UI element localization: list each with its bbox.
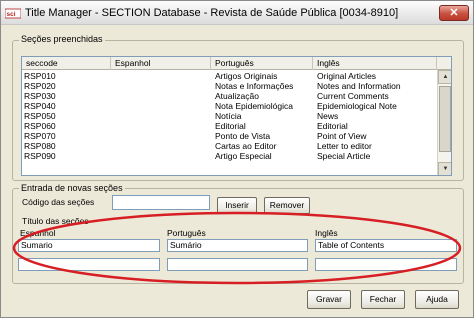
cell-portugues: Notícia bbox=[215, 111, 242, 121]
table-row[interactable]: RSP050 Notícia News bbox=[22, 111, 436, 121]
cell-seccode: RSP010 bbox=[24, 71, 56, 81]
cell-espanhol bbox=[113, 111, 209, 121]
column-header-seccode[interactable]: seccode bbox=[22, 57, 111, 70]
cell-espanhol bbox=[113, 101, 209, 111]
table-row[interactable]: RSP090 Artigo Especial Special Article bbox=[22, 151, 436, 161]
scroll-thumb[interactable] bbox=[439, 86, 451, 152]
cell-ingles: Epidemiological Note bbox=[317, 101, 397, 111]
app-logo-icon: sci bbox=[5, 8, 21, 19]
cell-ingles: Special Article bbox=[317, 151, 371, 161]
cell-espanhol bbox=[113, 121, 209, 131]
cell-seccode: RSP040 bbox=[24, 101, 56, 111]
cell-ingles: News bbox=[317, 111, 339, 121]
window-title: Title Manager - SECTION Database - Revis… bbox=[25, 7, 399, 19]
cell-ingles: Original Articles bbox=[317, 71, 377, 81]
cell-espanhol bbox=[113, 141, 209, 151]
column-header-espanhol[interactable]: Espanhol bbox=[111, 57, 211, 70]
svg-text:sci: sci bbox=[7, 11, 16, 18]
listview-vertical-scrollbar[interactable]: ▲ ▼ bbox=[437, 70, 451, 175]
table-row[interactable]: RSP010 Artigos Originais Original Articl… bbox=[22, 71, 436, 81]
cell-seccode: RSP050 bbox=[24, 111, 56, 121]
cell-portugues: Nota Epidemiológica bbox=[215, 101, 293, 111]
cell-espanhol bbox=[113, 81, 209, 91]
new-sections-label: Entrada de novas seções bbox=[19, 183, 125, 193]
cell-portugues: Ponto de Vista bbox=[215, 131, 271, 141]
cell-portugues: Artigos Originais bbox=[215, 71, 278, 81]
cell-espanhol bbox=[113, 91, 209, 101]
help-button[interactable]: Ajuda bbox=[415, 290, 459, 309]
table-row[interactable]: RSP060 Editorial Editorial bbox=[22, 121, 436, 131]
save-button[interactable]: Gravar bbox=[307, 290, 351, 309]
cell-portugues: Cartas ao Editor bbox=[215, 141, 277, 151]
scroll-down-icon[interactable]: ▼ bbox=[438, 162, 451, 175]
section-code-label: Código das seções bbox=[22, 197, 95, 207]
table-row[interactable]: RSP080 Cartas ao Editor Letter to editor bbox=[22, 141, 436, 151]
cell-portugues: Artigo Especial bbox=[215, 151, 272, 161]
close-window-button[interactable]: ✕ bbox=[439, 5, 469, 21]
cell-seccode: RSP090 bbox=[24, 151, 56, 161]
cell-ingles: Point of View bbox=[317, 131, 367, 141]
cell-ingles: Editorial bbox=[317, 121, 348, 131]
cell-espanhol bbox=[113, 131, 209, 141]
listview-header: seccode Espanhol Português Inglês bbox=[22, 57, 451, 70]
cell-espanhol bbox=[113, 71, 209, 81]
cell-portugues: Editorial bbox=[215, 121, 246, 131]
cell-portugues: Notas e Informações bbox=[215, 81, 294, 91]
cell-ingles: Letter to editor bbox=[317, 141, 372, 151]
column-header-portugues[interactable]: Português bbox=[211, 57, 313, 70]
cell-seccode: RSP030 bbox=[24, 91, 56, 101]
title-manager-window: sci Title Manager - SECTION Database - R… bbox=[0, 0, 474, 318]
filled-sections-label: Seções preenchidas bbox=[19, 34, 105, 44]
title-bar[interactable]: sci Title Manager - SECTION Database - R… bbox=[1, 1, 473, 25]
cell-seccode: RSP060 bbox=[24, 121, 56, 131]
cell-espanhol bbox=[113, 151, 209, 161]
column-header-ingles[interactable]: Inglês bbox=[313, 57, 437, 70]
cell-ingles: Notes and Information bbox=[317, 81, 401, 91]
table-row[interactable]: RSP030 Atualização Current Comments bbox=[22, 91, 436, 101]
annotation-ellipse bbox=[12, 211, 462, 285]
cell-ingles: Current Comments bbox=[317, 91, 389, 101]
table-row[interactable]: RSP020 Notas e Informações Notes and Inf… bbox=[22, 81, 436, 91]
scroll-up-icon[interactable]: ▲ bbox=[438, 70, 451, 84]
cell-portugues: Atualização bbox=[215, 91, 259, 101]
cell-seccode: RSP070 bbox=[24, 131, 56, 141]
table-row[interactable]: RSP070 Ponto de Vista Point of View bbox=[22, 131, 436, 141]
cell-seccode: RSP020 bbox=[24, 81, 56, 91]
section-code-input[interactable] bbox=[112, 195, 210, 210]
table-row[interactable]: RSP040 Nota Epidemiológica Epidemiologic… bbox=[22, 101, 436, 111]
sections-listview[interactable]: seccode Espanhol Português Inglês RSP010… bbox=[21, 56, 452, 176]
cell-seccode: RSP080 bbox=[24, 141, 56, 151]
close-button[interactable]: Fechar bbox=[361, 290, 405, 309]
